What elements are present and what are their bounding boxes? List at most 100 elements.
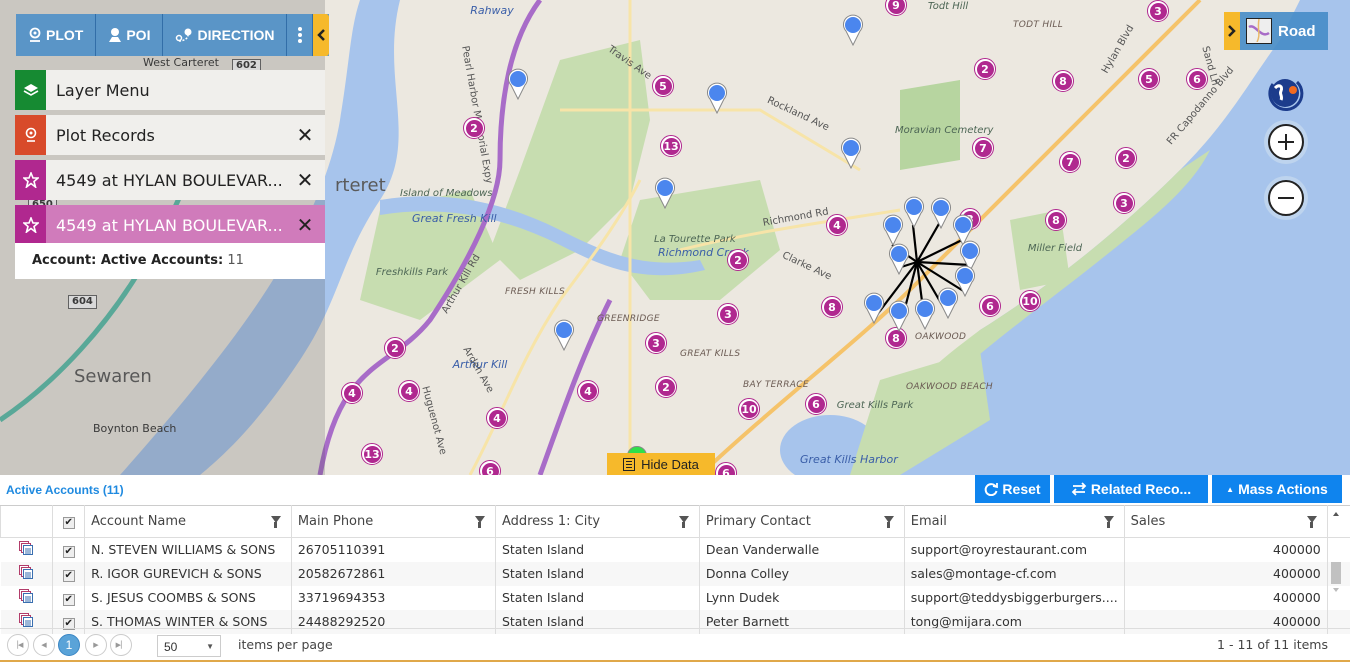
map-pin-marker[interactable]: [930, 197, 952, 229]
row-checkbox[interactable]: ✔: [52, 537, 85, 562]
map-pin-marker[interactable]: [507, 68, 529, 100]
map-pin-marker[interactable]: [842, 14, 864, 46]
map-pin-marker[interactable]: [937, 287, 959, 319]
table-row[interactable]: ✔ S. JESUS COOMBS & SONS 33719694353 Staten…: [1, 585, 1350, 610]
map-cluster-marker[interactable]: 5: [652, 75, 674, 97]
map-cluster-marker[interactable]: 6: [479, 460, 501, 475]
map-cluster-marker[interactable]: 4: [577, 380, 599, 402]
map-cluster-marker[interactable]: 3: [645, 332, 667, 354]
column-header-email[interactable]: Email: [903, 505, 1125, 538]
column-header-main-phone[interactable]: Main Phone: [290, 505, 496, 538]
plot-records-row[interactable]: Plot Records ✕: [15, 115, 325, 155]
map-cluster-marker[interactable]: 2: [384, 337, 406, 359]
map-pin-marker[interactable]: [903, 196, 925, 228]
map-pin-marker[interactable]: [654, 177, 676, 209]
map-canvas[interactable]: West Carteret rteret Sewaren Boynton Beach R…: [0, 0, 1350, 475]
filter-icon[interactable]: [883, 516, 894, 528]
map-cluster-marker[interactable]: 2: [1115, 147, 1137, 169]
map-cluster-marker[interactable]: 4: [486, 407, 508, 429]
first-page-button[interactable]: ▕◀: [7, 634, 29, 656]
filter-icon[interactable]: [678, 516, 689, 528]
map-cluster-marker[interactable]: 7: [972, 137, 994, 159]
column-header-primary-contact[interactable]: Primary Contact: [698, 505, 905, 538]
cluster-count: 3: [1115, 194, 1133, 212]
row-checkbox[interactable]: ✔: [52, 561, 85, 586]
zoom-out-button[interactable]: [1268, 180, 1304, 216]
current-page-button[interactable]: 1: [58, 634, 80, 656]
filter-icon[interactable]: [270, 516, 281, 528]
prev-page-button[interactable]: ◀: [33, 634, 55, 656]
map-cluster-marker[interactable]: 8: [1052, 70, 1074, 92]
column-header-account-name[interactable]: Account Name: [84, 505, 292, 538]
map-cluster-marker[interactable]: 5: [1138, 68, 1160, 90]
map-cluster-marker[interactable]: 2: [655, 376, 677, 398]
expand-basemap-button[interactable]: [1224, 12, 1240, 50]
related-records-button[interactable]: Related Reco...: [1054, 475, 1208, 503]
record-icon-cell[interactable]: [1, 538, 53, 562]
basemap-switcher[interactable]: Road: [1224, 12, 1328, 50]
grid-scrollbar[interactable]: [1328, 507, 1344, 597]
record-stack-icon: [19, 541, 34, 556]
filter-icon[interactable]: [474, 516, 485, 528]
column-header-sales[interactable]: Sales: [1123, 505, 1328, 538]
direction-button[interactable]: DIRECTION: [163, 14, 288, 56]
map-cluster-marker[interactable]: 8: [1045, 209, 1067, 231]
map-cluster-marker[interactable]: 3: [717, 303, 739, 325]
grid-title[interactable]: Active Accounts (11): [6, 483, 124, 497]
filter-icon[interactable]: [1103, 516, 1114, 528]
cluster-count: 13: [363, 445, 381, 463]
map-cluster-marker[interactable]: 3: [1147, 0, 1169, 22]
plot-button[interactable]: PLOT: [16, 14, 97, 56]
row-checkbox[interactable]: ✔: [52, 585, 85, 610]
layer-menu-row[interactable]: Layer Menu: [15, 70, 325, 110]
map-pin-marker[interactable]: [840, 137, 862, 169]
map-pin-marker[interactable]: [863, 292, 885, 324]
close-icon[interactable]: ✕: [285, 168, 325, 193]
map-cluster-marker[interactable]: 10: [1019, 290, 1041, 312]
poi-button[interactable]: POI: [96, 14, 164, 56]
hide-data-button[interactable]: Hide Data: [607, 453, 715, 475]
map-cluster-marker[interactable]: 2: [727, 249, 749, 271]
map-cluster-marker[interactable]: 3: [1113, 192, 1135, 214]
map-cluster-marker[interactable]: 2: [463, 117, 485, 139]
table-row[interactable]: ✔ R. IGOR GUREVICH & SONS 20582672861 State…: [0, 561, 1350, 586]
table-row[interactable]: ✔ N. STEVEN WILLIAMS & SONS 26705110391 Sta…: [1, 537, 1350, 562]
select-all-checkbox[interactable]: ✔: [52, 505, 86, 538]
layer-row-hylan-1[interactable]: 4549 at HYLAN BOULEVAR... ✕: [15, 160, 325, 200]
more-options-button[interactable]: [287, 14, 314, 56]
map-cluster-marker[interactable]: 7: [1059, 151, 1081, 173]
map-cluster-marker[interactable]: 13: [660, 135, 682, 157]
close-icon[interactable]: ✕: [285, 123, 325, 148]
map-pin-marker[interactable]: [914, 298, 936, 330]
filter-icon[interactable]: [1306, 516, 1317, 528]
map-cluster-marker[interactable]: 4: [341, 382, 363, 404]
close-icon[interactable]: ✕: [285, 213, 325, 238]
map-pin-marker[interactable]: [888, 300, 910, 332]
next-page-button[interactable]: ▶: [85, 634, 107, 656]
reset-button[interactable]: Reset: [975, 475, 1050, 503]
mass-actions-button[interactable]: ▲ Mass Actions: [1212, 475, 1342, 503]
map-cluster-marker[interactable]: 13: [361, 443, 383, 465]
zoom-in-button[interactable]: [1268, 124, 1304, 160]
map-cluster-marker[interactable]: 4: [398, 380, 420, 402]
locate-globe-icon[interactable]: [1267, 74, 1305, 112]
map-pin-marker[interactable]: [888, 243, 910, 275]
record-icon-cell[interactable]: [0, 561, 53, 586]
map-cluster-marker[interactable]: 2: [974, 58, 996, 80]
layer-row-hylan-2-active[interactable]: 4549 at HYLAN BOULEVAR... ✕: [15, 205, 325, 245]
map-cluster-marker[interactable]: 6: [805, 393, 827, 415]
last-page-button[interactable]: ▶▏: [110, 634, 132, 656]
map-cluster-marker[interactable]: 6: [979, 295, 1001, 317]
collapse-toolbar-button[interactable]: [313, 14, 330, 56]
map-cluster-marker[interactable]: 6: [1186, 68, 1208, 90]
record-icon-cell[interactable]: [1, 586, 53, 610]
page-size-select[interactable]: 50: [157, 635, 221, 657]
map-cluster-marker[interactable]: 10: [738, 398, 760, 420]
map-cluster-marker[interactable]: 8: [821, 296, 843, 318]
map-pin-marker[interactable]: [706, 82, 728, 114]
column-header-city[interactable]: Address 1: City: [494, 505, 700, 538]
reset-label: Reset: [1002, 481, 1041, 497]
map-pin-marker[interactable]: [882, 214, 904, 246]
map-pin-marker[interactable]: [553, 319, 575, 351]
map-cluster-marker[interactable]: 4: [826, 214, 848, 236]
